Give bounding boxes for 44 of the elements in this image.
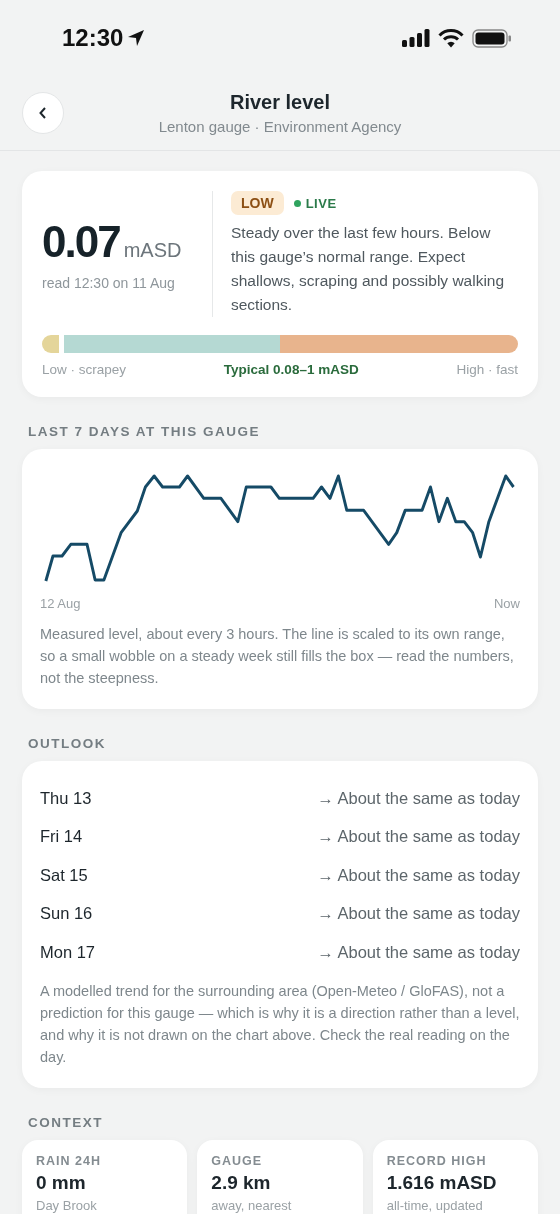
outlook-trend: → About the same as today [317,865,520,885]
back-chevron-icon [38,106,48,120]
context-value: 2.9 km [211,1171,272,1194]
outlook-day: Thu 13 [40,788,92,808]
section-heading: OUTLOOK [28,736,107,751]
level-badge: LOW [231,191,284,215]
scale-high-label: High · fast [456,362,518,377]
outlook-trend: → About the same as today [317,904,520,924]
page-title: River level [228,91,332,114]
context-label: RECORD HIGH [386,1153,488,1168]
scale-typical-label: Typical 0.08–1 mASD [223,362,359,377]
chart-note: Measured level, about every 3 hours. The line is scaled to its own range, so a small wobble on a steady week still fills the box — read the numbers, not the steepness. [40,625,515,688]
context-label: GAUGE [211,1153,264,1168]
scale-low-label: Low · scrapey [42,362,127,377]
context-value: 1.616 mASD [386,1171,498,1194]
outlook-trend: → About the same as today [317,788,520,808]
context-caption: all-time, updated [386,1197,484,1213]
page-subtitle: Lenton gauge · Environment Agency [158,118,402,135]
axis-end-label: Now [494,596,520,611]
context-caption: away, nearest [211,1197,293,1213]
status-time: 12:30 [62,24,124,52]
level-unit: mASD [123,239,182,262]
level-summary: Steady over the last few hours. Below this gauge’s normal range. Expect shallows, scraping and possibly walking sections. [231,223,506,315]
outlook-note: A modelled trend for the surrounding area (Open-Meteo / GloFAS), not a prediction for this gauge — which is why it is a direction rather than a level, and why it is not drawn on the chart above. Check the real reading on the day. [40,981,520,1067]
outlook-day: Sun 16 [40,904,93,924]
context-label: RAIN 24H [36,1153,102,1168]
context-value: 0 mm [36,1171,87,1194]
location-arrow-icon [127,29,146,47]
outlook-trend: → About the same as today [317,827,520,847]
outlook-day: Mon 17 [40,942,96,962]
level-value: 0.07 [42,217,120,267]
signal-icon [402,29,430,47]
context-caption: Day Brook [36,1197,98,1213]
battery-icon [472,28,512,48]
section-heading: CONTEXT [28,1114,104,1130]
wifi-icon [438,28,464,48]
reading-time: read 12:30 on 11 Aug [42,275,176,291]
outlook-day: Fri 14 [40,827,83,847]
outlook-trend: → About the same as today [317,942,520,962]
live-indicator: LIVE [293,195,337,211]
axis-start-label: 12 Aug [40,596,81,611]
section-heading: LAST 7 DAYS AT THIS GAUGE [28,424,262,439]
outlook-day: Sat 15 [40,865,88,885]
back-button[interactable] [22,92,64,134]
